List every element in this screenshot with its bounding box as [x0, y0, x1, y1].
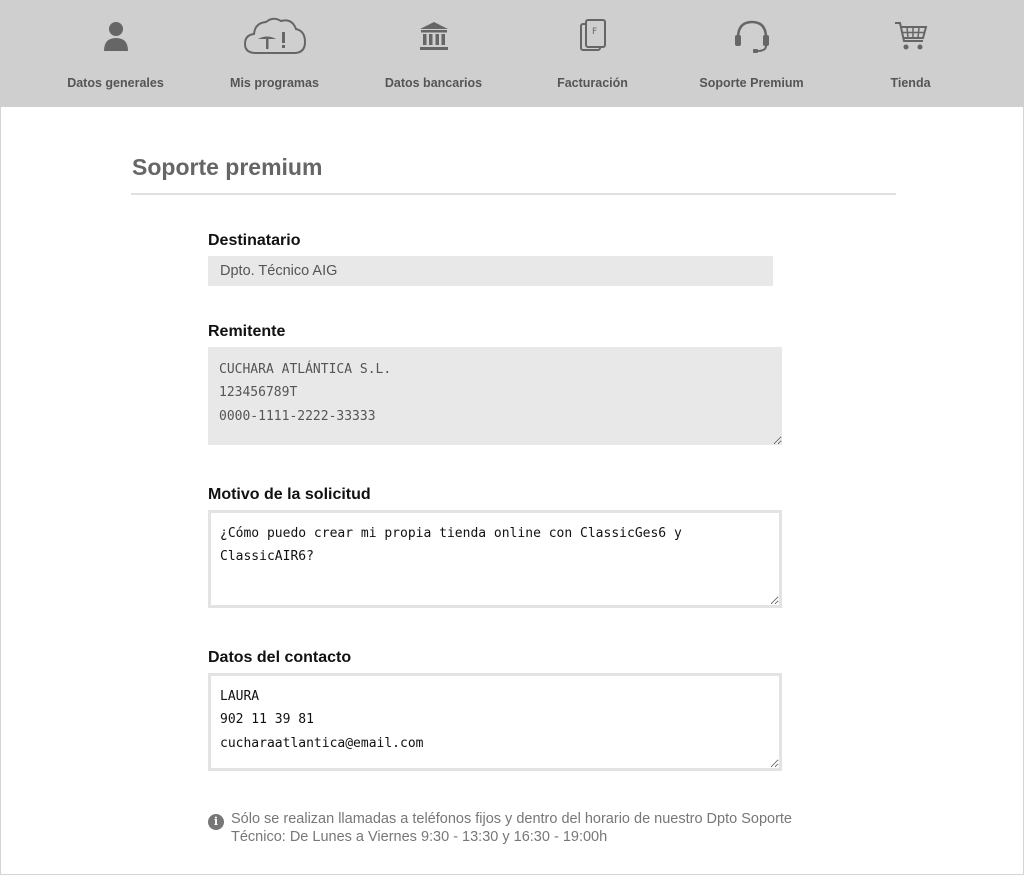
- title-divider: [131, 193, 896, 195]
- contact-label: Datos del contacto: [208, 649, 352, 666]
- nav-label: Tienda: [890, 76, 931, 90]
- nav-item-mis-programas[interactable]: Mis programas: [195, 0, 354, 107]
- reason-textarea[interactable]: ¿Cómo puedo crear mi propia tienda onlin…: [208, 510, 782, 608]
- nav-label: Soporte Premium: [699, 76, 804, 90]
- user-icon: [36, 14, 195, 58]
- info-icon: i: [208, 814, 224, 830]
- notice-text: Sólo se realizan llamadas a teléfonos fi…: [231, 811, 792, 845]
- nav-item-datos-bancarios[interactable]: Datos bancarios: [354, 0, 513, 107]
- nav-item-soporte-premium[interactable]: Soporte Premium: [672, 0, 831, 107]
- invoice-icon: F: [513, 14, 672, 58]
- schedule-notice: i Sólo se realizan llamadas a teléfonos …: [208, 811, 808, 846]
- nav-label: Datos generales: [67, 76, 164, 90]
- sender-label: Remitente: [208, 323, 286, 340]
- recipient-field[interactable]: [208, 256, 773, 286]
- headset-icon: [672, 14, 831, 58]
- sender-textarea[interactable]: CUCHARA ATLÁNTICA S.L. 123456789T 0000-1…: [208, 347, 782, 445]
- nav-item-tienda[interactable]: Tienda: [831, 0, 990, 107]
- cloud-icon: [195, 14, 354, 58]
- bank-icon: [354, 14, 513, 58]
- svg-text:F: F: [592, 27, 597, 37]
- page-title: Soporte premium: [132, 154, 323, 180]
- cart-icon: [831, 14, 990, 58]
- top-navigation: Datos generales Mis programas Datos banc…: [0, 0, 1024, 107]
- nav-label: Mis programas: [230, 76, 319, 90]
- nav-item-facturacion[interactable]: F Facturación: [513, 0, 672, 107]
- nav-label: Facturación: [557, 76, 628, 90]
- recipient-label: Destinatario: [208, 232, 301, 249]
- nav-item-datos-generales[interactable]: Datos generales: [36, 0, 195, 107]
- nav-label: Datos bancarios: [384, 76, 483, 90]
- reason-label: Motivo de la solicitud: [208, 486, 371, 503]
- contact-textarea[interactable]: LAURA 902 11 39 81 cucharaatlantica@emai…: [208, 673, 782, 771]
